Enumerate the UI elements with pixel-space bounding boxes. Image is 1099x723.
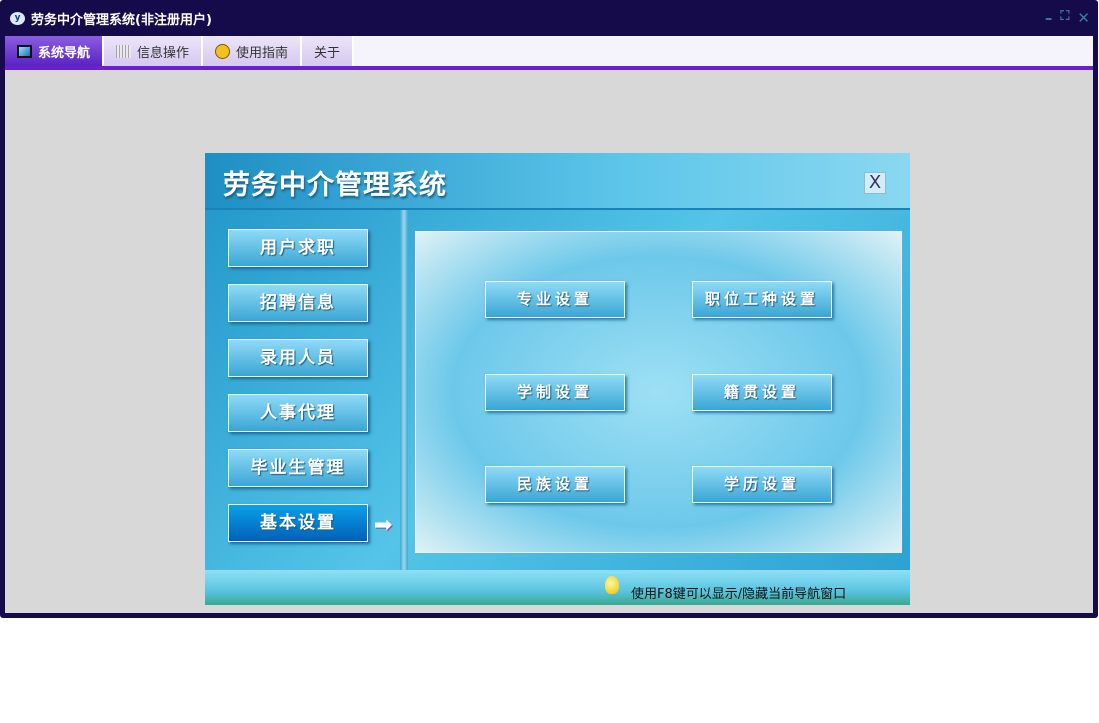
minimize-icon[interactable]: – bbox=[1045, 9, 1053, 27]
panel-header: 劳务中介管理系统 X bbox=[205, 153, 910, 210]
restore-icon[interactable]: ⛶ bbox=[1060, 9, 1069, 27]
nav-recruitment[interactable]: 招聘信息 bbox=[228, 284, 368, 322]
nav-job-seeking[interactable]: 用户求职 bbox=[228, 229, 368, 267]
tab-system-nav[interactable]: 系统导航 bbox=[5, 36, 105, 66]
panel-divider bbox=[400, 210, 408, 570]
school-system-settings-button[interactable]: 学制设置 bbox=[485, 374, 625, 411]
tab-label: 关于 bbox=[314, 45, 341, 61]
education-settings-button[interactable]: 学历设置 bbox=[692, 466, 832, 503]
title-bar: y 劳务中介管理系统(非注册用户) bbox=[10, 9, 212, 28]
tab-label: 使用指南 bbox=[236, 45, 289, 61]
major-settings-button[interactable]: 专业设置 bbox=[485, 281, 625, 318]
nav-graduates[interactable]: 毕业生管理 bbox=[228, 449, 368, 487]
help-icon bbox=[215, 43, 231, 59]
settings-area: 专业设置 职位工种设置 学制设置 籍贯设置 民族设置 学历设置 bbox=[415, 231, 902, 553]
close-icon[interactable]: ✕ bbox=[1077, 9, 1090, 27]
panel-title: 劳务中介管理系统 bbox=[223, 170, 447, 201]
panel-footer: 使用F8键可以显示/隐藏当前导航窗口 bbox=[205, 570, 910, 605]
tab-info-ops[interactable]: 信息操作 bbox=[104, 36, 204, 66]
job-type-settings-button[interactable]: 职位工种设置 bbox=[692, 281, 832, 318]
nav-hr-agency[interactable]: 人事代理 bbox=[228, 394, 368, 432]
window-title: 劳务中介管理系统(非注册用户) bbox=[31, 13, 212, 28]
navigation-panel: 劳务中介管理系统 X 用户求职 招聘信息 录用人员 人事代理 毕业生管理 基本设… bbox=[205, 153, 910, 605]
tab-about[interactable]: 关于 bbox=[302, 36, 355, 66]
tab-bar: 系统导航 信息操作 使用指南 关于 bbox=[5, 36, 1093, 66]
footer-hint: 使用F8键可以显示/隐藏当前导航窗口 bbox=[631, 587, 847, 602]
ethnicity-settings-button[interactable]: 民族设置 bbox=[485, 466, 625, 503]
grid-icon bbox=[116, 44, 132, 58]
panel-close-button[interactable]: X bbox=[864, 172, 886, 194]
app-logo-icon: y bbox=[10, 12, 25, 25]
nav-hired[interactable]: 录用人员 bbox=[228, 339, 368, 377]
tab-label: 系统导航 bbox=[38, 45, 91, 61]
lightbulb-icon bbox=[605, 576, 619, 594]
arrow-right-icon: ➡ bbox=[374, 513, 393, 538]
nav-basic-settings[interactable]: 基本设置 bbox=[228, 504, 368, 542]
tab-guide[interactable]: 使用指南 bbox=[203, 36, 303, 66]
monitor-icon bbox=[17, 44, 32, 58]
app-window: y 劳务中介管理系统(非注册用户) – ⛶ ✕ 系统导航 信息操作 使用指南 关… bbox=[0, 0, 1098, 618]
tab-label: 信息操作 bbox=[137, 45, 190, 61]
native-place-settings-button[interactable]: 籍贯设置 bbox=[692, 374, 832, 411]
